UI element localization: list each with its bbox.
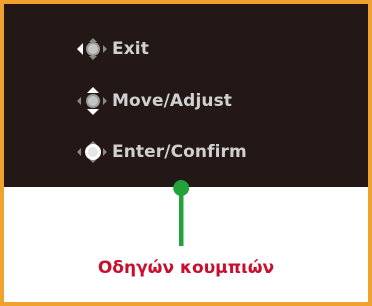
callout-line bbox=[179, 188, 184, 246]
callout-dot bbox=[173, 180, 190, 196]
button-guide-caption: Οδηγών κουμπιών bbox=[97, 258, 275, 278]
